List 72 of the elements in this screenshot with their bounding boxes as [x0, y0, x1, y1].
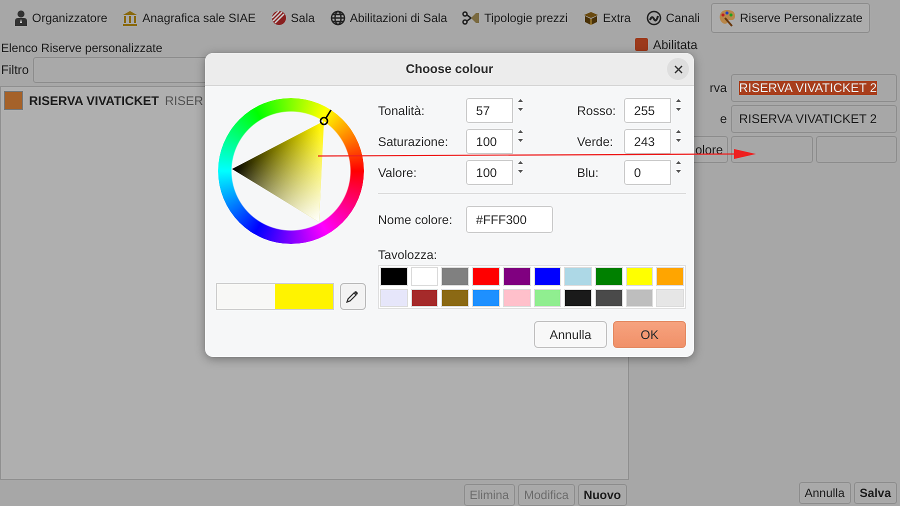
building-icon	[122, 10, 138, 26]
box-icon	[582, 10, 599, 26]
reserve-description: RISER	[164, 94, 204, 108]
field-label: e	[720, 112, 727, 126]
toolbar-button[interactable]: Anagrafica sale SIAE	[118, 4, 260, 32]
palette-swatch[interactable]	[380, 288, 408, 307]
dialog-title: Choose colour	[406, 62, 494, 76]
text-field[interactable]: RISERVA VIVATICKET 2	[731, 105, 897, 133]
toolbar-button[interactable]: Tipologie prezzi	[458, 4, 572, 32]
palette-swatch[interactable]	[626, 288, 654, 307]
spin-field[interactable]: 243	[624, 129, 671, 154]
checkbox[interactable]	[635, 38, 648, 51]
dialog-button[interactable]: OK	[613, 321, 686, 348]
list-title: Elenco Riserve personalizzate	[0, 40, 164, 57]
spin-field[interactable]: 255	[624, 98, 671, 123]
palette-swatch[interactable]	[502, 288, 530, 307]
field-label: Valore:	[378, 166, 418, 180]
palette-swatch[interactable]	[656, 288, 684, 307]
palette-swatch[interactable]	[564, 288, 592, 307]
checkbox-label: Abilitata	[653, 38, 698, 52]
field-label: Saturazione:	[378, 134, 450, 148]
scissors-tag-icon	[462, 10, 480, 26]
palette-swatch[interactable]	[441, 267, 470, 286]
palette-swatch[interactable]	[410, 288, 438, 307]
palette-swatch[interactable]	[410, 267, 438, 286]
palette-icon	[718, 9, 736, 27]
action-button[interactable]: Annulla	[798, 482, 851, 504]
toolbar-button[interactable]: Organizzatore	[10, 4, 112, 32]
color-name-field[interactable]: #FFF300	[466, 206, 553, 233]
palette-swatch[interactable]	[594, 267, 623, 286]
channel-icon	[646, 10, 662, 26]
palette-swatch[interactable]	[626, 267, 654, 286]
palette-swatch[interactable]	[594, 288, 623, 307]
palette-label: Tavolozza:	[378, 248, 438, 262]
text-field[interactable]: RISERVA VIVATICKET 2	[731, 74, 897, 102]
palette-swatch[interactable]	[656, 267, 684, 286]
spin-field[interactable]: 57	[466, 98, 513, 123]
toolbar-button[interactable]: Riserve Personalizzate	[710, 3, 870, 33]
filter-label: Filtro	[1, 63, 29, 77]
toolbar-button[interactable]: Canali	[642, 4, 704, 32]
field-label: Blu:	[576, 166, 600, 180]
spin-field[interactable]: 0	[624, 160, 671, 185]
spin-field[interactable]: 100	[466, 129, 513, 154]
palette-swatch[interactable]	[472, 288, 500, 307]
field-label: Tonalità:	[378, 104, 426, 118]
palette-swatch[interactable]	[534, 267, 562, 286]
palette-swatch[interactable]	[502, 267, 530, 286]
toolbar-button[interactable]: Abilitazioni di Sala	[326, 4, 452, 32]
palette-swatch[interactable]	[441, 288, 470, 307]
field-value: RISERVA VIVATICKET 2	[739, 112, 877, 126]
reserve-name[interactable]: RISERVA VIVATICKET	[29, 94, 159, 108]
eyedropper-button[interactable]	[340, 283, 366, 310]
person-icon	[14, 10, 28, 26]
toolbar-button[interactable]: Sala	[266, 4, 319, 32]
toolbar-button[interactable]: Extra	[578, 4, 635, 32]
field-label: Verde:	[576, 134, 614, 148]
action-button[interactable]: Nuovo	[578, 484, 627, 506]
spin-field[interactable]: 100	[466, 160, 513, 185]
palette-swatch[interactable]	[380, 267, 408, 286]
field-label: rva	[710, 81, 727, 95]
palette-swatch[interactable]	[472, 267, 500, 286]
striped-ball-icon	[270, 10, 287, 26]
field-label: Rosso:	[576, 104, 617, 118]
action-button[interactable]: Salva	[854, 482, 897, 504]
close-button[interactable]	[667, 58, 689, 80]
dialog-button[interactable]: Annulla	[534, 321, 607, 348]
close-icon	[674, 64, 682, 74]
palette-swatch[interactable]	[534, 288, 562, 307]
globe-icon	[330, 10, 346, 26]
palette-swatch[interactable]	[564, 267, 592, 286]
field-label: Nome colore:	[378, 212, 454, 226]
field-value: RISERVA VIVATICKET 2	[739, 81, 877, 95]
